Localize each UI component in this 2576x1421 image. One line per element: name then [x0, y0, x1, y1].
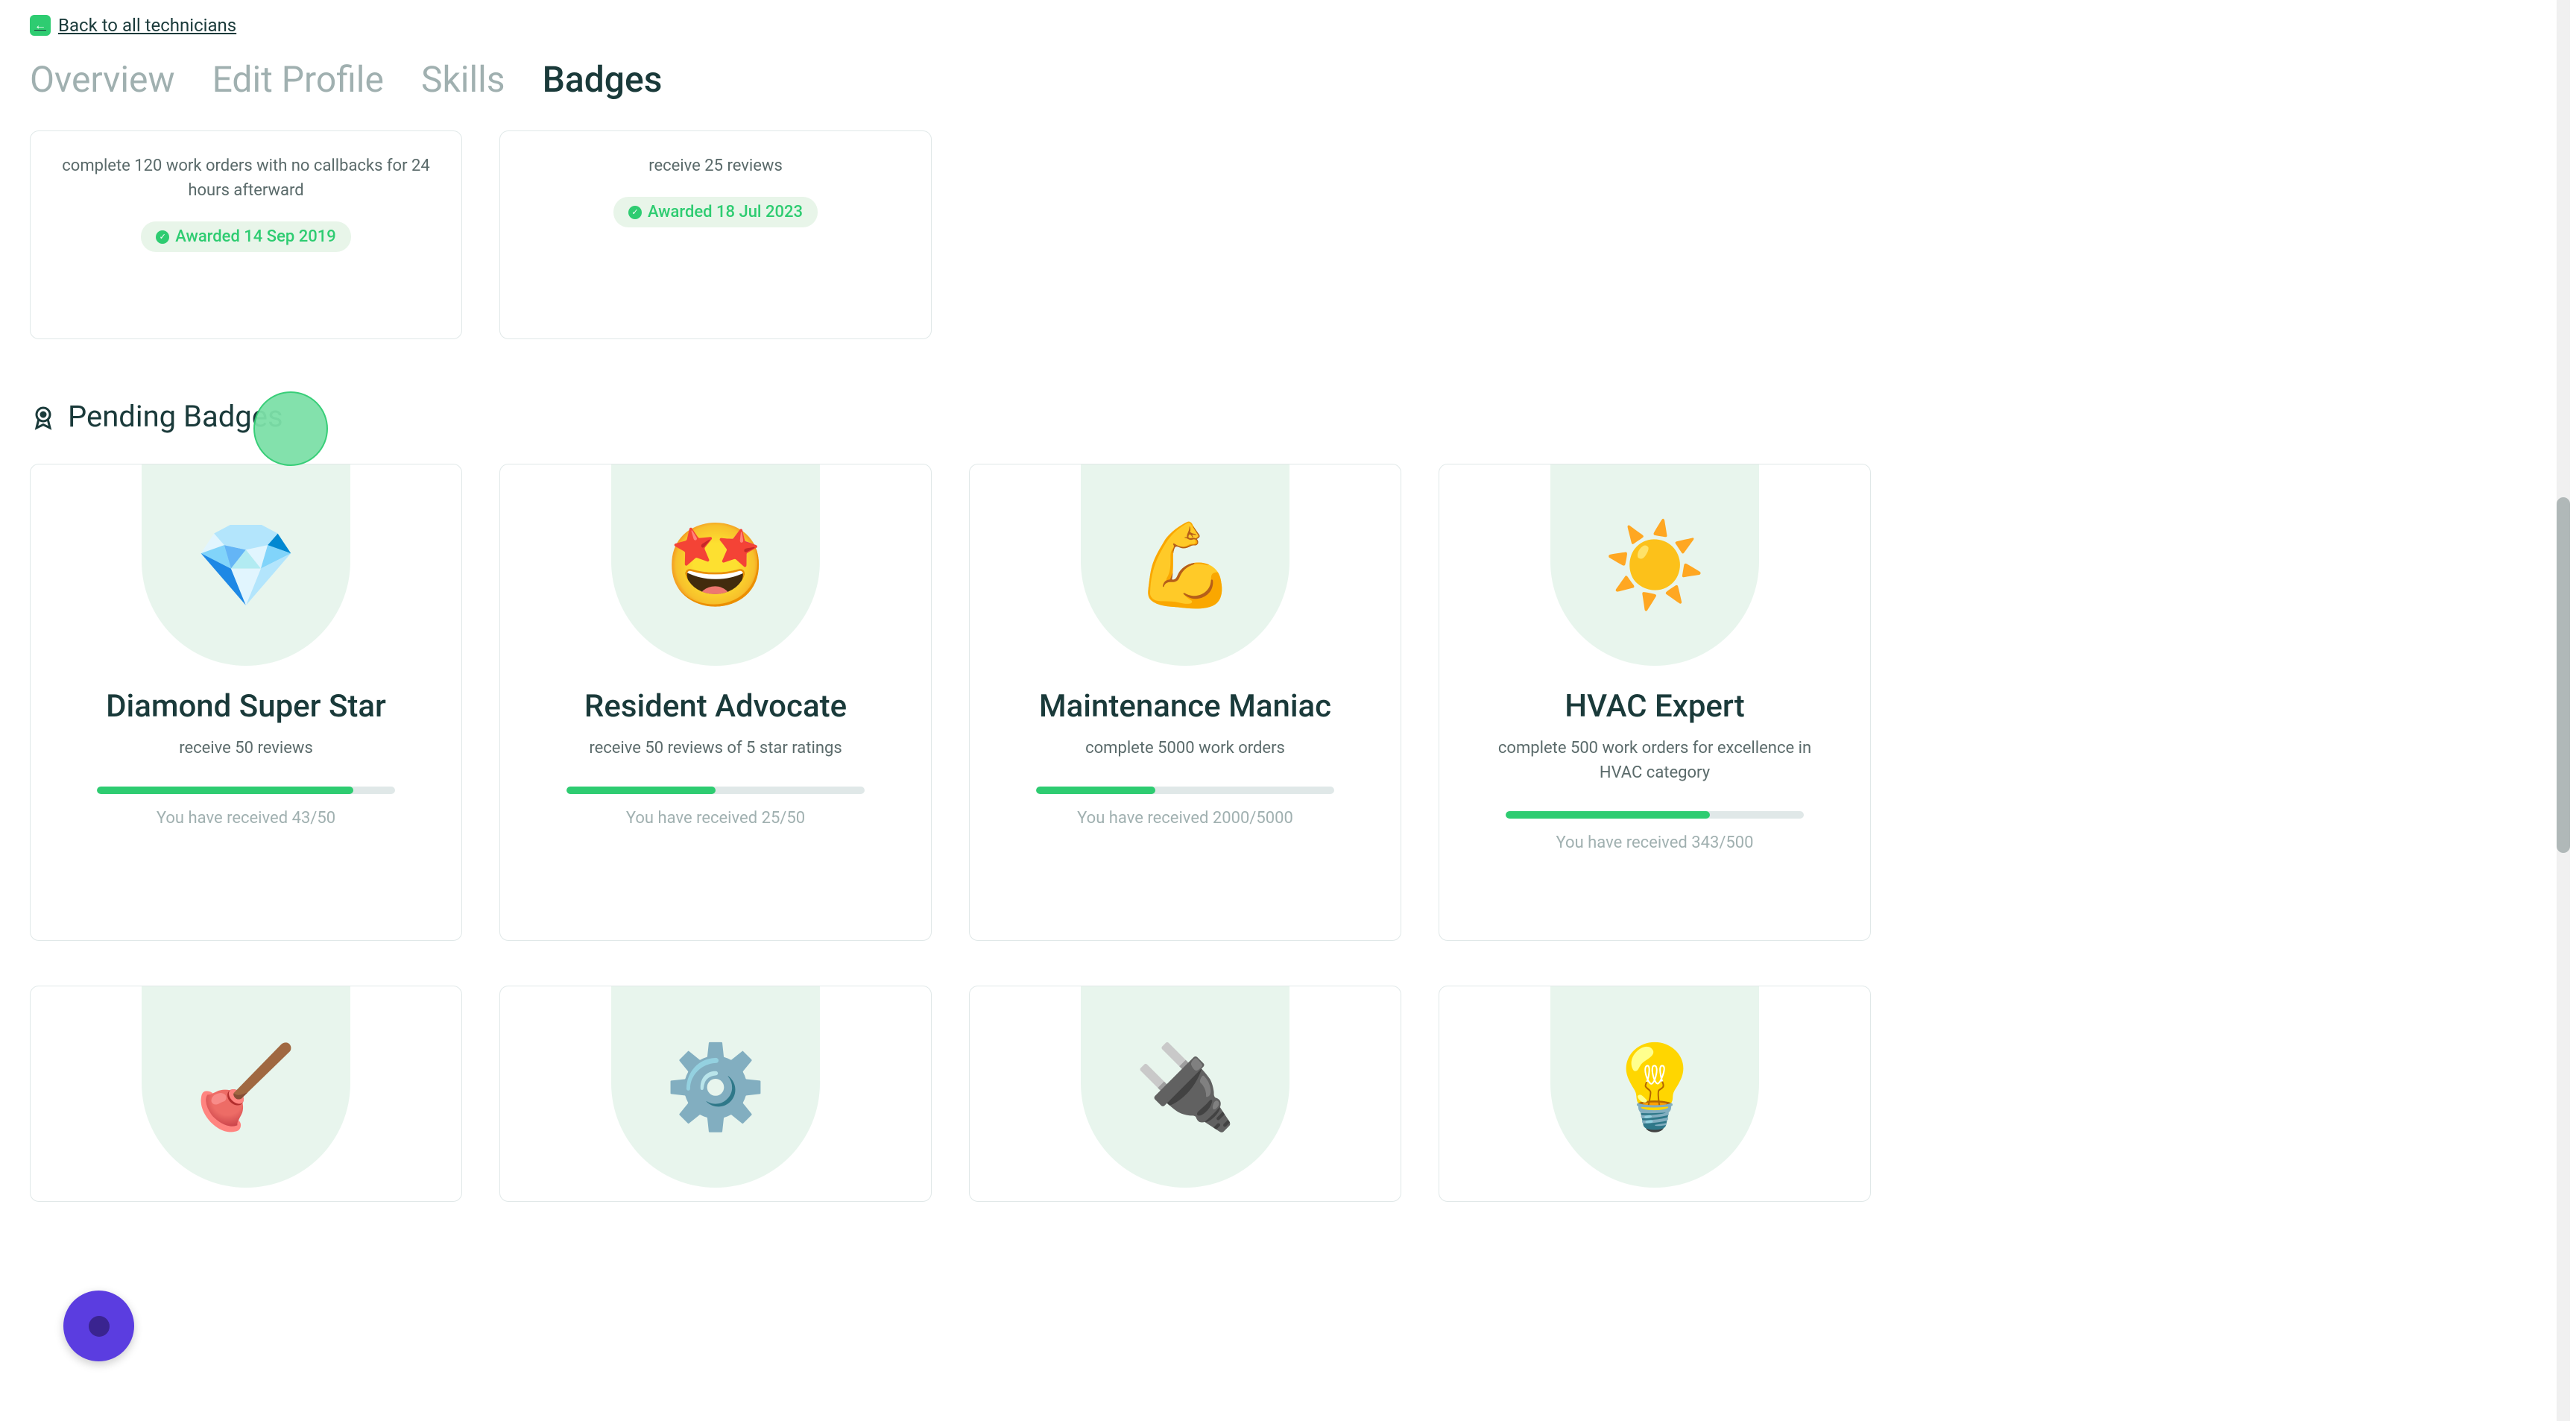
badge-desc: complete 500 work orders for excellence … — [1469, 736, 1840, 785]
tab-badges[interactable]: Badges — [543, 58, 663, 101]
badge-title: Diamond Super Star — [60, 688, 432, 725]
tabs-nav: Overview Edit Profile Skills Badges — [30, 58, 2546, 101]
muscle-icon: 💪 — [1081, 464, 1289, 666]
badge-desc: receive 50 reviews — [60, 736, 432, 760]
pending-section-title: Pending Badges — [68, 399, 283, 434]
progress-text: You have received 25/50 — [530, 809, 901, 828]
progress-text: You have received 343/500 — [1469, 834, 1840, 852]
progress-fill — [566, 787, 716, 794]
help-fab-button[interactable] — [63, 1291, 134, 1361]
check-icon: ✓ — [628, 206, 642, 219]
progress-bar — [566, 787, 865, 794]
badge-title: Maintenance Maniac — [1000, 688, 1371, 725]
awarded-date: Awarded 18 Jul 2023 — [648, 203, 803, 221]
pending-badge-card: 🤩 Resident Advocate receive 50 reviews o… — [499, 464, 932, 941]
sun-icon: ☀️ — [1550, 464, 1759, 666]
badge-desc: receive 50 reviews of 5 star ratings — [530, 736, 901, 760]
scrollbar-thumb[interactable] — [2557, 497, 2570, 853]
diamond-icon: 💎 — [142, 464, 350, 666]
progress-fill — [1036, 787, 1155, 794]
pending-badge-card: 💡 — [1439, 986, 1871, 1202]
scrollbar[interactable] — [2557, 0, 2570, 1421]
badge-title: HVAC Expert — [1469, 688, 1840, 725]
selection-indicator — [253, 391, 328, 466]
badge-ribbon-icon — [30, 403, 57, 430]
tab-overview[interactable]: Overview — [30, 58, 175, 101]
awarded-badge-card: complete 120 work orders with no callbac… — [30, 130, 462, 339]
back-link-text: Back to all technicians — [58, 15, 236, 36]
bulb-icon: 💡 — [1550, 986, 1759, 1188]
progress-bar — [1506, 811, 1804, 819]
awarded-badge-card: receive 25 reviews ✓ Awarded 18 Jul 2023 — [499, 130, 932, 339]
awarded-pill: ✓ Awarded 14 Sep 2019 — [141, 221, 350, 252]
awarded-pill: ✓ Awarded 18 Jul 2023 — [613, 197, 818, 227]
plug-icon: 🔌 — [1081, 986, 1289, 1188]
badge-title: Resident Advocate — [530, 688, 901, 725]
plunger-icon: 🪠 — [142, 986, 350, 1188]
progress-bar — [1036, 787, 1334, 794]
progress-bar — [97, 787, 395, 794]
star-icon: 🤩 — [611, 464, 820, 666]
pending-badges-grid: 💎 Diamond Super Star receive 50 reviews … — [30, 464, 2546, 941]
awarded-badges-row: complete 120 work orders with no callbac… — [30, 130, 2546, 339]
back-link[interactable]: ← Back to all technicians — [30, 15, 236, 36]
progress-fill — [1506, 811, 1710, 819]
awarded-date: Awarded 14 Sep 2019 — [175, 227, 335, 246]
tab-edit-profile[interactable]: Edit Profile — [212, 58, 384, 101]
badge-desc: complete 5000 work orders — [1000, 736, 1371, 760]
pending-section-header: Pending Badges — [30, 399, 2546, 434]
pending-badge-card: 💪 Maintenance Maniac complete 5000 work … — [969, 464, 1401, 941]
check-icon: ✓ — [156, 230, 169, 244]
pending-badge-card: 🔌 — [969, 986, 1401, 1202]
progress-text: You have received 43/50 — [60, 809, 432, 828]
pending-badge-card: 💎 Diamond Super Star receive 50 reviews … — [30, 464, 462, 941]
back-arrow-icon: ← — [30, 15, 51, 36]
pending-badge-card: 🪠 — [30, 986, 462, 1202]
progress-text: You have received 2000/5000 — [1000, 809, 1371, 828]
pending-badge-card: ⚙️ — [499, 986, 932, 1202]
bottom-badges-row: 🪠 ⚙️ 🔌 💡 — [30, 986, 2546, 1202]
gear-icon: ⚙️ — [611, 986, 820, 1188]
badge-desc: receive 25 reviews — [530, 154, 901, 178]
pending-badge-card: ☀️ HVAC Expert complete 500 work orders … — [1439, 464, 1871, 941]
tab-skills[interactable]: Skills — [421, 58, 505, 101]
progress-fill — [97, 787, 353, 794]
badge-desc: complete 120 work orders with no callbac… — [60, 154, 432, 203]
fab-dot-icon — [89, 1316, 110, 1337]
